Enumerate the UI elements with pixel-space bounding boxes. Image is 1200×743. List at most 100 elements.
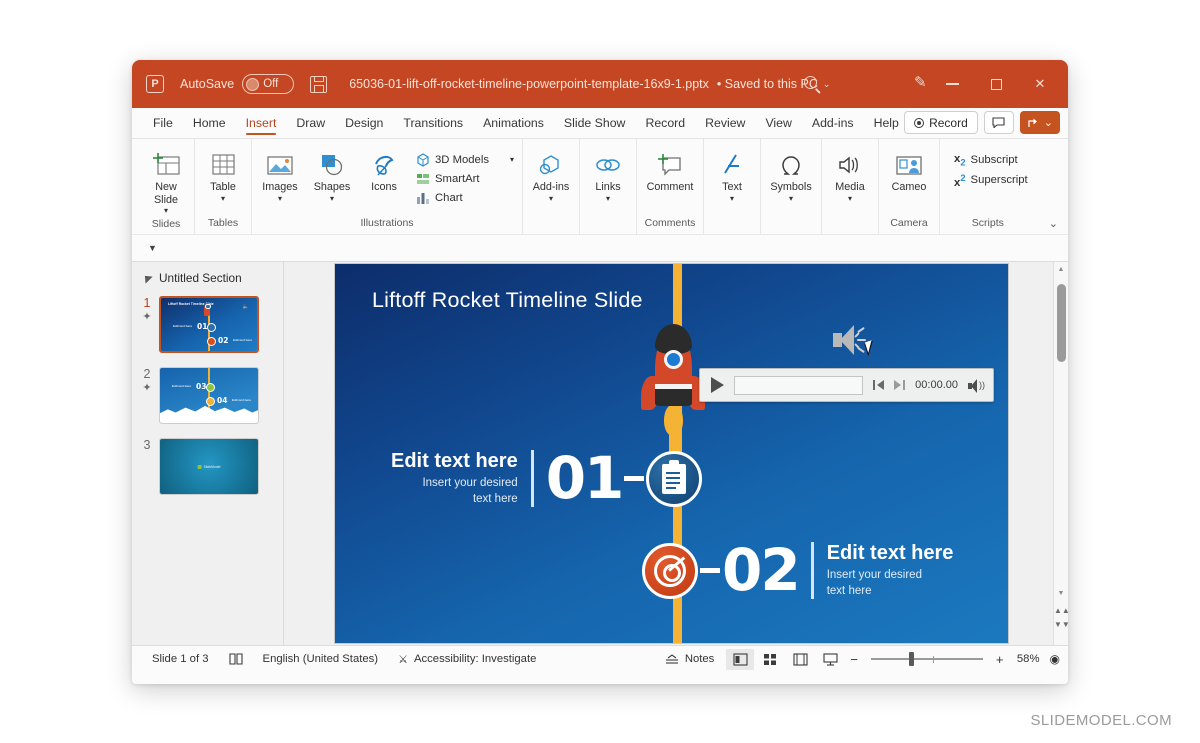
chart-button[interactable]: Chart (410, 188, 520, 207)
language-status[interactable] (219, 653, 253, 665)
media-button[interactable]: Media ▾ (824, 146, 876, 205)
chevron-down-icon[interactable]: ▾ (510, 155, 514, 164)
play-button[interactable] (711, 377, 724, 393)
scrollbar-thumb[interactable] (1057, 284, 1066, 362)
language-label-item[interactable]: English (United States) (253, 653, 389, 665)
3d-models-button[interactable]: 3D Models ▾ (410, 150, 520, 169)
slide-canvas[interactable]: Liftoff Rocket Timeline Slide (335, 264, 1008, 643)
timeline-text-01[interactable]: Edit text here Insert your desired text … (391, 450, 534, 507)
normal-view-button[interactable] (726, 649, 754, 670)
reading-view-button[interactable] (786, 649, 814, 670)
save-location[interactable]: • Saved to this PC (717, 77, 818, 91)
tab-slide-show[interactable]: Slide Show (555, 112, 635, 135)
new-slide-button[interactable]: New Slide ▾ (140, 146, 192, 218)
save-icon[interactable] (310, 76, 327, 93)
chevron-down-icon[interactable]: ▾ (730, 194, 734, 203)
comment-button[interactable]: Comment (639, 146, 701, 196)
section-collapse-icon[interactable] (141, 272, 152, 283)
slide-thumbnail-pane[interactable]: Untitled Section 1 ✦ Liftoff Rocket Time… (132, 262, 284, 645)
tab-animations[interactable]: Animations (474, 112, 553, 135)
symbols-button[interactable]: Symbols ▾ (763, 146, 819, 205)
superscript-button[interactable]: x2 Superscript (948, 169, 1034, 191)
timeline-item-01[interactable]: Edit text here Insert your desired text … (391, 450, 702, 507)
shapes-button[interactable]: Shapes ▾ (306, 146, 358, 205)
images-button[interactable]: Images ▾ (254, 146, 306, 205)
slide-show-button[interactable] (816, 649, 844, 670)
tab-record[interactable]: Record (636, 112, 694, 135)
audio-player-control[interactable]: 00:00.00 )) (699, 368, 994, 402)
scroll-down-button[interactable]: ▼ (1054, 590, 1068, 597)
step-backward-button[interactable] (873, 380, 884, 390)
cameo-button[interactable]: Cameo (881, 146, 937, 196)
thumbnail-frame-3[interactable]: SlideModel (158, 437, 260, 496)
next-slide-button[interactable]: ▼▼ (1054, 620, 1068, 629)
thumbnail-frame-1[interactable]: Liftoff Rocket Timeline Slide 🔈 Edit tex… (158, 295, 260, 354)
add-ins-button[interactable]: Add-ins ▾ (525, 146, 577, 205)
step-forward-button[interactable] (894, 380, 905, 390)
volume-icon[interactable]: )) (968, 379, 985, 392)
comments-button[interactable] (984, 111, 1014, 134)
chevron-down-icon[interactable]: ⌄ (823, 79, 831, 90)
subscript-button[interactable]: x2 Subscript (948, 150, 1034, 169)
thumbnail-item-2[interactable]: 2 ✦ Edit text here 03 04 Edit text here (132, 362, 283, 425)
zoom-level[interactable]: 58% (1010, 653, 1040, 665)
timeline-text-02[interactable]: Edit text here Insert your desired text … (811, 542, 954, 599)
zoom-out-button[interactable]: − (846, 652, 862, 667)
chevron-down-icon[interactable]: ▾ (330, 194, 334, 203)
thumbnail-item-3[interactable]: 3 SlideModel (132, 433, 283, 496)
chevron-down-icon[interactable]: ▾ (221, 194, 225, 203)
slide-count[interactable]: Slide 1 of 3 (142, 653, 219, 665)
icons-button[interactable]: Icons (358, 146, 410, 196)
tab-design[interactable]: Design (336, 112, 392, 135)
tab-add-ins[interactable]: Add-ins (803, 112, 863, 135)
share-button[interactable]: ⌄ (1020, 111, 1060, 134)
thumbnail-frame-2[interactable]: Edit text here 03 04 Edit text here (158, 366, 260, 425)
record-button[interactable]: Record (904, 111, 978, 134)
fit-to-window-button[interactable]: ◉ (1042, 652, 1060, 666)
timeline-item-02[interactable]: 02 Edit text here Insert your desired te… (642, 542, 953, 599)
chevron-down-icon[interactable]: ▾ (848, 194, 852, 203)
slide-title[interactable]: Liftoff Rocket Timeline Slide (372, 288, 643, 313)
chevron-down-icon[interactable]: ▾ (789, 194, 793, 203)
scroll-up-button[interactable]: ▲ (1054, 262, 1068, 277)
table-button[interactable]: Table ▾ (197, 146, 249, 205)
smartart-button[interactable]: SmartArt (410, 169, 520, 188)
timeline-icon-circle-02[interactable] (642, 543, 698, 599)
accessibility-status[interactable]: ⚔ Accessibility: Investigate (388, 653, 546, 666)
tab-transitions[interactable]: Transitions (394, 112, 472, 135)
section-header[interactable]: Untitled Section (132, 268, 283, 291)
text-button[interactable]: Text ▾ (706, 146, 758, 205)
chevron-down-icon[interactable]: ▾ (549, 194, 553, 203)
chevron-down-icon[interactable]: ▾ (606, 194, 610, 203)
thumbnail-item-1[interactable]: 1 ✦ Liftoff Rocket Timeline Slide 🔈 Edit… (132, 291, 283, 354)
ribbon-collapse-button[interactable]: ⌄ (1049, 217, 1058, 230)
tab-review[interactable]: Review (696, 112, 754, 135)
chevron-down-icon[interactable]: ▾ (164, 206, 168, 215)
links-button[interactable]: Links ▾ (582, 146, 634, 205)
audio-speaker-icon[interactable] (833, 324, 867, 358)
tab-help[interactable]: Help (865, 112, 908, 135)
zoom-slider-handle[interactable] (909, 652, 914, 666)
mini-item-num: 01 (197, 322, 207, 331)
close-button[interactable]: ✕ (1018, 65, 1062, 103)
zoom-in-button[interactable]: + (992, 652, 1008, 667)
pen-icon[interactable]: ✎ (914, 75, 930, 91)
tab-view[interactable]: View (756, 112, 800, 135)
slide-sorter-button[interactable] (756, 649, 784, 670)
search-icon[interactable] (804, 76, 817, 89)
chevron-down-icon[interactable]: ▼ (148, 243, 157, 253)
tab-home[interactable]: Home (184, 112, 235, 135)
zoom-slider[interactable] (871, 651, 983, 668)
timeline-icon-circle-01[interactable] (646, 451, 702, 507)
autosave-toggle[interactable]: Off (242, 74, 294, 94)
notes-button[interactable]: Notes (655, 653, 725, 665)
tab-insert[interactable]: Insert (237, 112, 286, 135)
chevron-down-icon[interactable]: ▾ (278, 194, 282, 203)
maximize-button[interactable] (974, 65, 1018, 103)
slide-vertical-scrollbar[interactable]: ▲ ▼ ▲▲ ▼▼ (1053, 262, 1068, 645)
audio-progress-bar[interactable] (734, 376, 863, 395)
previous-slide-button[interactable]: ▲▲ (1054, 606, 1068, 615)
tab-draw[interactable]: Draw (287, 112, 334, 135)
tab-file[interactable]: File (144, 112, 182, 135)
minimize-button[interactable] (930, 65, 974, 103)
